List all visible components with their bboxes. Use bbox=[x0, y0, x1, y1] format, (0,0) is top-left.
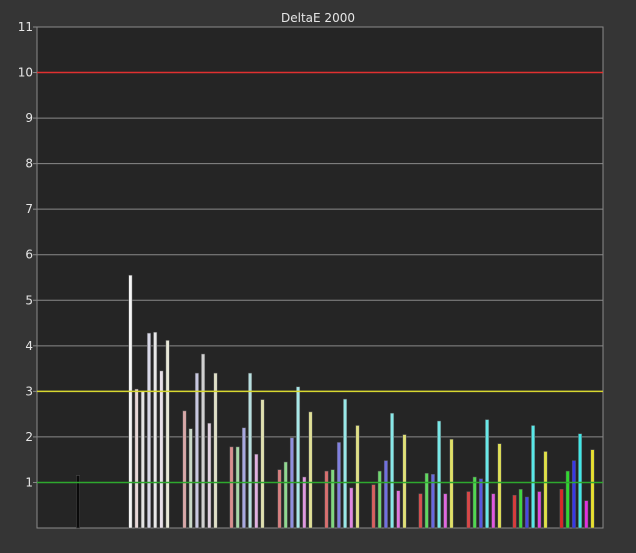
y-tick-label: 10 bbox=[18, 66, 33, 80]
bar-g3-b3 bbox=[248, 372, 253, 529]
bar-g7-b0 bbox=[418, 493, 423, 529]
plot-area bbox=[36, 26, 604, 529]
bar-g5-b5 bbox=[355, 425, 360, 529]
bar-g6-b2 bbox=[383, 460, 388, 529]
bar-g10-b1 bbox=[565, 470, 570, 529]
bar-g5-b4 bbox=[349, 487, 354, 529]
bar-g4-b0 bbox=[277, 469, 282, 529]
chart-svg: 1 2 3 4 5 6 7 8 9 10 11 DeltaE 2000 bbox=[0, 0, 636, 553]
chart-title: DeltaE 2000 bbox=[281, 11, 355, 25]
bar-g8-b5 bbox=[497, 443, 502, 529]
bar-g7-b4 bbox=[443, 493, 448, 529]
bar-g9-b2 bbox=[524, 496, 529, 529]
y-tick-label: 11 bbox=[18, 20, 33, 34]
bar-g6-b4 bbox=[396, 490, 401, 529]
bar-g10-b5 bbox=[590, 449, 595, 529]
bar-g8-b3 bbox=[485, 419, 490, 529]
bar-g2-b3 bbox=[201, 353, 206, 529]
bar-g9-b5 bbox=[543, 451, 548, 529]
y-tick-label: 6 bbox=[25, 248, 33, 262]
bar-g2-b4 bbox=[207, 422, 212, 529]
bar-g2-b1 bbox=[188, 428, 193, 529]
bar-g1-b3 bbox=[147, 332, 151, 529]
bar-g1-b0 bbox=[128, 274, 133, 529]
bar-g1-b4 bbox=[153, 331, 158, 529]
y-tick-label: 4 bbox=[25, 339, 33, 353]
bar-g5-b1 bbox=[330, 469, 335, 529]
bar-g9-b1 bbox=[518, 489, 523, 529]
bar-g3-b1 bbox=[235, 446, 240, 529]
bar-g6-b3 bbox=[390, 412, 395, 529]
bar-g8-b0 bbox=[466, 491, 471, 529]
y-tick-label: 7 bbox=[25, 202, 33, 216]
bar-g3-b2 bbox=[241, 427, 246, 529]
bar-g4-b1 bbox=[283, 461, 288, 529]
bar-g9-b3 bbox=[531, 425, 536, 529]
bar-g4-b4 bbox=[302, 476, 307, 529]
bar-g6-b1 bbox=[377, 470, 382, 529]
bar-g10-b3 bbox=[578, 433, 583, 529]
bar-g2-b5 bbox=[213, 372, 218, 529]
y-tick-label: 2 bbox=[25, 430, 33, 444]
bar-g1-b6 bbox=[165, 340, 170, 529]
bar-g8-b2 bbox=[478, 478, 483, 529]
bar-g3-b4 bbox=[254, 453, 259, 529]
bar-g8-b4 bbox=[491, 493, 496, 529]
bar-g9-b0 bbox=[512, 494, 517, 529]
bar-g1-b2 bbox=[140, 391, 145, 529]
bar-g2-b2 bbox=[194, 372, 199, 529]
bar-g5-b2 bbox=[336, 442, 341, 529]
bar-g9-b4 bbox=[537, 491, 542, 529]
bar-g6-b0 bbox=[371, 484, 376, 529]
bar-g10-b4 bbox=[584, 500, 589, 529]
chart: 1 2 3 4 5 6 7 8 9 10 11 DeltaE 2000 bbox=[0, 0, 636, 553]
bar-g5-b3 bbox=[343, 398, 348, 529]
bar-g4-b5 bbox=[308, 411, 313, 529]
bar-g4-b3 bbox=[296, 386, 301, 529]
bar-g10-b0 bbox=[559, 489, 564, 529]
y-tick-label: 9 bbox=[25, 111, 33, 125]
bar-g7-b3 bbox=[437, 420, 442, 529]
bar-g8-b1 bbox=[472, 476, 477, 529]
y-tick-label: 5 bbox=[25, 293, 33, 307]
y-tick-label: 1 bbox=[25, 475, 33, 489]
y-tick-label: 3 bbox=[25, 384, 33, 398]
bar-g3-b5 bbox=[260, 399, 265, 529]
bar-g10-b2 bbox=[571, 460, 576, 529]
bar-g1-b5 bbox=[159, 370, 164, 529]
bar-g6-b5 bbox=[402, 434, 407, 529]
bar-g3-b0 bbox=[229, 446, 234, 529]
bar-g1-b1 bbox=[134, 388, 139, 529]
bar-g2-b0 bbox=[182, 410, 187, 529]
bar-g0-b0 bbox=[76, 475, 80, 529]
bar-g7-b5 bbox=[449, 438, 454, 529]
bar-g5-b0 bbox=[324, 470, 329, 529]
y-tick-label: 8 bbox=[25, 157, 33, 171]
bar-g7-b1 bbox=[424, 473, 429, 529]
